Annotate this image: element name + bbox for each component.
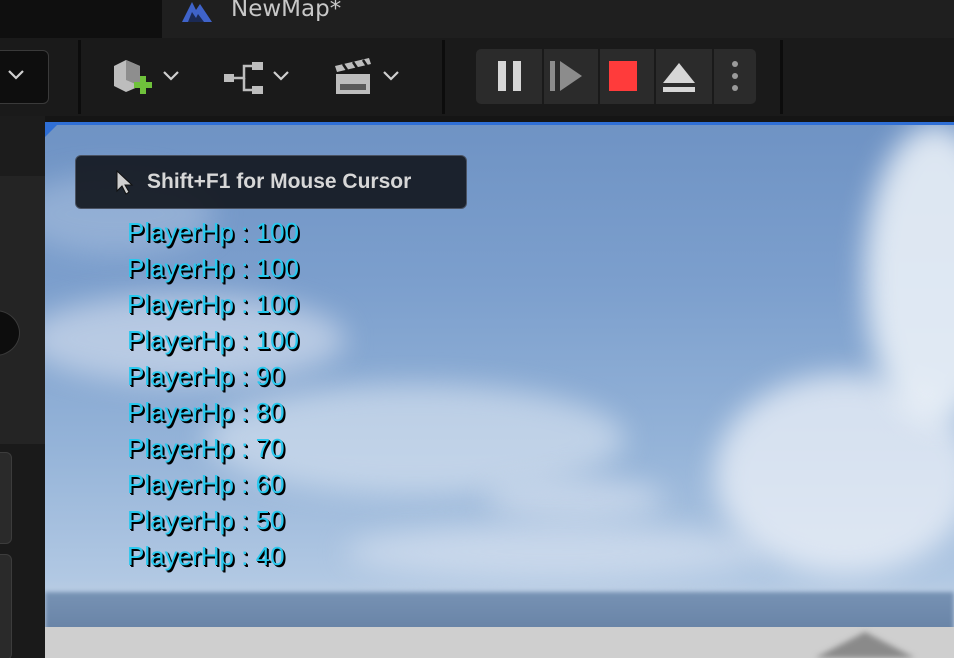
blueprint-graph-icon [224,62,263,94]
mouse-cursor-hint: Shift+F1 for Mouse Cursor [75,155,467,209]
debug-message: PlayerHp : 100 [127,217,299,247]
add-actor-icon [114,60,152,94]
left-panel-card[interactable] [0,554,12,658]
ground-object [815,632,915,658]
toolbar-separator [780,40,783,114]
cinematics-button[interactable] [333,52,408,102]
left-panel [0,116,45,658]
viewport-corner-marker [45,125,57,137]
debug-message: PlayerHp : 70 [127,433,285,463]
cursor-icon [116,169,134,195]
main-toolbar [0,38,954,116]
debug-message: PlayerHp : 50 [127,505,285,535]
frame-step-icon [550,61,582,91]
left-panel-header [0,116,45,176]
debug-message: PlayerHp : 100 [127,289,299,319]
toolbar-separator [78,40,81,114]
blueprints-button[interactable] [222,52,297,102]
debug-message: PlayerHp : 100 [127,253,299,283]
chevron-down-icon [163,71,179,81]
clapperboard-icon [335,58,371,94]
left-panel-card[interactable] [0,452,12,544]
mode-dropdown[interactable] [0,50,49,104]
unreal-editor-window: NewMap* Shift+F1 for Mouse Cursor Player… [0,0,954,658]
chevron-down-icon [8,70,24,80]
kebab-menu-icon [732,61,738,91]
pause-button[interactable] [476,49,542,104]
debug-message: PlayerHp : 90 [127,361,285,391]
eject-icon [663,63,695,92]
stop-button[interactable] [600,49,654,104]
horizon [45,592,954,632]
toolbar-separator [442,40,445,114]
chevron-down-icon [273,71,289,81]
play-controls [476,49,756,104]
chevron-down-icon [383,71,399,81]
frame-step-button[interactable] [544,49,598,104]
debug-message-list: PlayerHp : 100 PlayerHp : 100 PlayerHp :… [127,214,299,574]
debug-message: PlayerHp : 80 [127,397,285,427]
debug-message: PlayerHp : 100 [127,325,299,355]
debug-message: PlayerHp : 60 [127,469,285,499]
tab-title: NewMap* [231,0,342,22]
mouse-cursor-hint-text: Shift+F1 for Mouse Cursor [147,170,412,193]
viewport-focus-border [45,122,954,125]
eject-button[interactable] [656,49,712,104]
quick-add-button[interactable] [110,52,185,102]
stop-icon [609,61,637,91]
debug-message: PlayerHp : 40 [127,541,285,571]
left-panel-toggle[interactable] [0,310,20,356]
left-panel-lower [0,444,45,658]
unreal-map-icon [178,0,218,24]
tab-strip: NewMap* [0,0,954,38]
pause-icon [498,61,521,91]
play-options-button[interactable] [714,49,756,104]
